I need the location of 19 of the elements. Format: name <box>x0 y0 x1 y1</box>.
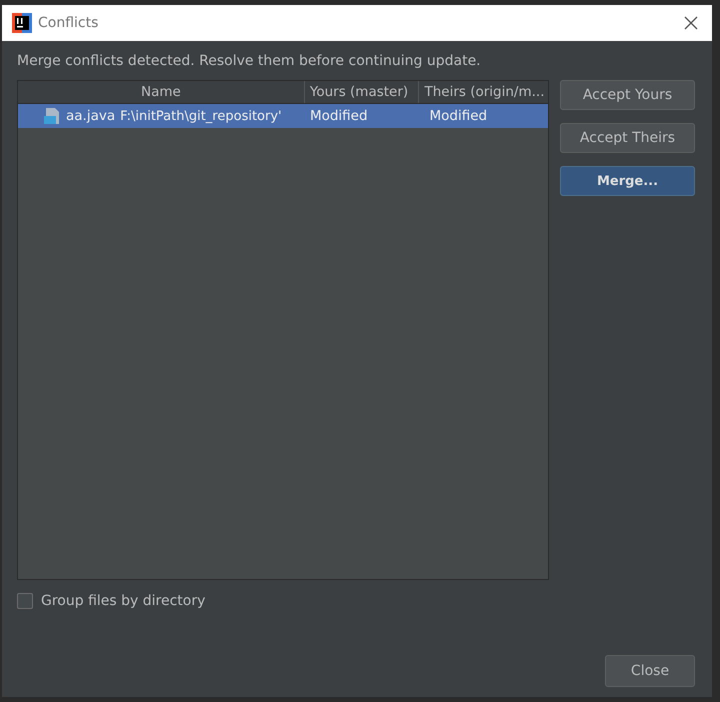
close-icon[interactable] <box>684 16 698 30</box>
file-name: aa.java <box>66 108 116 124</box>
checkbox[interactable] <box>17 593 33 609</box>
table-row[interactable]: aa.java F:\initPath\git_repository' Modified Modified <box>18 104 548 128</box>
column-header[interactable]: Name <box>18 81 305 103</box>
checkbox-label[interactable]: Group files by directory <box>41 593 206 609</box>
table-cell-text: Modified <box>308 108 369 124</box>
window-title: Conflicts <box>38 15 100 31</box>
action-button[interactable]: Accept Theirs <box>560 123 695 153</box>
java-file-icon <box>43 107 61 125</box>
column-header[interactable]: Theirs (origin/m... <box>419 81 548 103</box>
action-button[interactable]: Accept Yours <box>560 80 695 110</box>
table-cell-text: Modified <box>428 108 488 124</box>
file-path: F:\initPath\git_repository' <box>120 108 282 124</box>
app-icon <box>12 13 32 33</box>
action-button[interactable]: Merge... <box>560 166 695 196</box>
close-button[interactable]: Close <box>605 655 695 687</box>
message-text: Merge conflicts detected. Resolve them before continuing update. <box>17 53 482 69</box>
column-header[interactable]: Yours (master) <box>304 81 420 103</box>
